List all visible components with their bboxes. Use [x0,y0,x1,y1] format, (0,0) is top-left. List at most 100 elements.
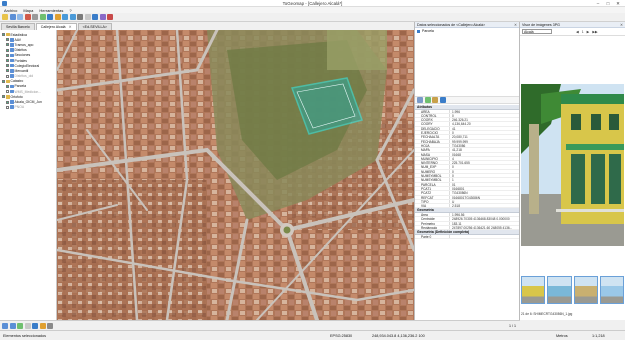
close-button[interactable]: ✕ [613,0,623,7]
zoom-extent-icon[interactable] [24,322,31,329]
zoom-in-icon[interactable] [62,14,68,20]
property-value: 4,136,644.20 [449,122,519,126]
new-map-icon[interactable] [17,14,23,20]
info-icon[interactable] [84,14,91,20]
layer-checkbox[interactable] [6,59,9,63]
next-image-button[interactable]: ▶ [587,30,590,34]
close-icon[interactable]: ✕ [620,22,623,28]
menu-help[interactable]: ? [69,8,71,13]
menu-herramientas[interactable]: Herramientas [39,8,63,13]
menu-mapa[interactable]: Mapa [23,8,33,13]
layer-checkbox[interactable] [6,84,9,88]
image-thumbnail[interactable] [547,276,572,304]
filter-icon[interactable] [99,14,106,20]
maximize-button[interactable]: □ [603,0,613,7]
remove-layer-icon[interactable] [24,14,31,20]
layer-checkbox[interactable] [2,33,5,37]
sort-icon[interactable] [424,97,431,103]
image-thumbnail[interactable] [573,276,598,304]
refresh-icon[interactable] [17,322,23,329]
property-value: 0 [449,169,519,174]
property-key: PCAT2 [421,191,432,195]
minimize-button[interactable]: – [593,0,603,7]
property-key: NINTERNO [421,161,438,165]
property-key: MUNICIPIO [421,156,438,161]
export-icon[interactable] [432,97,438,103]
add-layer-icon[interactable] [39,14,46,20]
layer-checkbox[interactable] [6,69,9,73]
selected-data-panel: Datos seleccionados de <Callejero Alcalá… [414,22,520,320]
layers-icon[interactable] [32,322,38,329]
tools-icon[interactable] [47,322,53,329]
property-value [449,234,519,239]
property-key: VIA [421,204,427,208]
layer-checkbox[interactable] [6,64,9,68]
open-folder-icon[interactable] [2,14,8,20]
globe-icon[interactable] [47,14,53,20]
property-key: MASA [421,152,431,156]
property-value: 225,701,655 [449,161,519,165]
last-image-button[interactable]: ▶▶ [592,30,597,34]
menu-archivo[interactable]: Archivo [4,8,17,13]
property-value: 01 [449,182,519,186]
layer-label: Parcela [14,84,27,89]
prev-image-button[interactable]: ◀ [576,30,579,34]
property-row[interactable]: Parte 0 [415,234,519,240]
print-icon[interactable] [32,14,38,20]
property-value: 0 [449,113,519,118]
layer-icon [10,48,14,52]
layer-label: AAV [14,37,22,42]
property-value: 0 [449,165,519,169]
window-controls: – □ ✕ [593,0,623,7]
status-bar: Elementos seleccionados EPSG:25830 248,9… [0,330,625,340]
viewer-nav: ◀ 1 ▶ ▶▶ [576,30,598,34]
image-thumbnail[interactable] [599,276,624,304]
layer-label: Mercantil [14,68,29,73]
layer-checkbox[interactable] [6,38,9,42]
layer-checkbox[interactable] [6,53,9,57]
zoom-to-icon[interactable] [439,97,446,103]
layer-checkbox[interactable] [6,74,9,78]
zoom-out-icon[interactable] [69,14,76,20]
property-value: TG43086 [449,143,519,148]
property-key: DELEGACIO [421,126,440,131]
properties-toolbar [415,96,519,104]
select-icon[interactable] [77,14,83,20]
window-title: ToGeomap - [Callejero Alcalá*] [282,1,343,6]
edit-icon[interactable] [39,322,46,329]
image-thumbnail[interactable] [521,276,546,304]
layer-item[interactable]: PNOA [0,105,56,110]
property-value: 2,518 [449,204,519,208]
prev-page-icon[interactable] [9,322,16,329]
property-value: 246,326.21 [449,118,519,122]
coords-readout: 248,934.043.8 4,136,236.2 100 [372,333,425,338]
pan-icon[interactable] [54,14,61,20]
delete-icon[interactable] [107,14,113,20]
map-bottom-toolbar: 1 / 1 [0,320,520,330]
layer-checkbox[interactable] [6,48,9,52]
first-page-icon[interactable] [2,322,8,329]
tab-ed-sevilla[interactable]: <Ed-SEVILLA> [77,23,112,30]
viewer-combo[interactable]: Alcalá [522,29,552,34]
close-icon[interactable]: ✕ [514,22,517,28]
selected-layer-item[interactable]: Parcela [415,28,519,34]
layer-label: Portales [14,58,27,63]
measure-icon[interactable] [92,14,98,20]
layer-checkbox[interactable] [6,90,9,94]
tab-callejero-alcala[interactable]: Callejero Alcalá ✕ [35,23,77,30]
folder-icon [6,79,10,84]
map-canvas[interactable] [57,30,414,320]
save-icon[interactable] [9,14,16,20]
layer-checkbox[interactable] [6,43,9,47]
layer-icon [417,29,420,33]
layer-checkbox[interactable] [2,79,5,83]
property-value: 01668 [449,152,519,156]
layer-checkbox[interactable] [6,100,9,104]
layer-checkbox[interactable] [6,105,9,109]
property-key: NUMERO [421,169,436,174]
layer-checkbox[interactable] [2,95,5,99]
grid-view-icon[interactable] [417,97,423,103]
tab-sevilla-barcelo[interactable]: Sevilla Barcelo [1,23,35,30]
scale-label: 1:1,218 [592,333,605,338]
property-value: 183.11 [449,221,519,225]
